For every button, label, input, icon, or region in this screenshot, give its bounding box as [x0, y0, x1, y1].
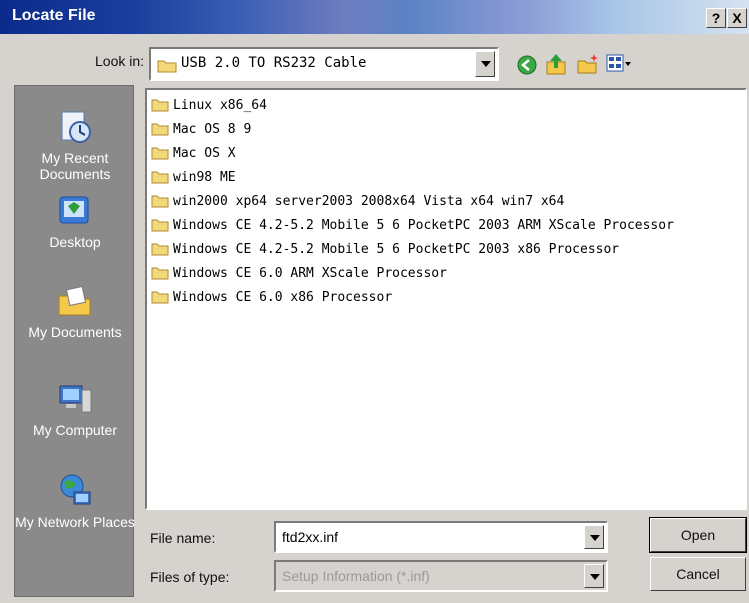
list-item-label: Windows CE 6.0 ARM XScale Processor: [173, 265, 447, 281]
locate-file-dialog: Locate File ? X Look in: USB 2.0 TO RS23…: [0, 0, 749, 603]
back-icon[interactable]: [516, 54, 538, 76]
cancel-button[interactable]: Cancel: [650, 557, 746, 591]
list-item-label: Windows CE 6.0 x86 Processor: [173, 289, 393, 305]
new-folder-icon[interactable]: [576, 52, 600, 76]
file-type-label: Files of type:: [150, 569, 230, 585]
look-in-value: USB 2.0 TO RS232 Cable: [181, 55, 367, 71]
view-menu-icon[interactable]: [606, 53, 632, 75]
file-name-label: File name:: [150, 530, 216, 546]
folder-icon: [157, 60, 177, 73]
list-item[interactable]: win98 ME: [151, 166, 236, 188]
file-type-select[interactable]: Setup Information (*.inf): [274, 560, 608, 592]
place-label: My Computer: [32, 422, 118, 438]
chevron-down-icon[interactable]: [475, 51, 495, 77]
place-network-places[interactable]: My Network Places: [15, 472, 135, 530]
list-item-label: Windows CE 4.2-5.2 Mobile 5 6 PocketPC 2…: [173, 217, 674, 233]
file-name-input[interactable]: ftd2xx.inf: [274, 521, 608, 553]
place-label: My Documents: [28, 324, 122, 340]
list-item-label: Linux x86_64: [173, 97, 267, 113]
folder-icon: [151, 243, 169, 256]
dialog-title: Locate File: [12, 7, 96, 24]
list-item[interactable]: Windows CE 6.0 x86 Processor: [151, 286, 392, 308]
place-my-computer[interactable]: My Computer: [15, 380, 135, 438]
recent-documents-icon: [61, 111, 91, 143]
list-item-label: Mac OS X: [173, 145, 236, 161]
place-label: My Network Places: [15, 514, 135, 530]
folder-icon: [151, 219, 169, 232]
look-in-label: Look in:: [95, 53, 145, 69]
close-button[interactable]: X: [727, 8, 747, 28]
place-label: My Recent Documents: [39, 150, 111, 182]
place-label: Desktop: [49, 234, 101, 250]
list-item[interactable]: Windows CE 4.2-5.2 Mobile 5 6 PocketPC 2…: [151, 238, 619, 260]
desktop-icon: [59, 196, 89, 224]
open-button[interactable]: Open: [649, 517, 747, 553]
list-item[interactable]: Mac OS X: [151, 142, 236, 164]
folder-icon: [151, 171, 169, 184]
list-item[interactable]: win2000 xp64 server2003 2008x64 Vista x6…: [151, 190, 564, 212]
network-places-icon: [60, 474, 91, 505]
list-item[interactable]: Linux x86_64: [151, 94, 267, 116]
list-item[interactable]: Mac OS 8 9: [151, 118, 251, 140]
place-desktop[interactable]: Desktop: [15, 192, 135, 250]
folder-icon: [151, 291, 169, 304]
list-item[interactable]: Windows CE 6.0 ARM XScale Processor: [151, 262, 447, 284]
file-name-value: ftd2xx.inf: [282, 529, 339, 545]
list-item-label: win2000 xp64 server2003 2008x64 Vista x6…: [173, 193, 565, 209]
folder-icon: [151, 195, 169, 208]
folder-icon: [151, 267, 169, 280]
title-bar[interactable]: Locate File ? X: [0, 0, 749, 34]
list-item-label: Windows CE 4.2-5.2 Mobile 5 6 PocketPC 2…: [173, 241, 620, 257]
list-item[interactable]: Windows CE 4.2-5.2 Mobile 5 6 PocketPC 2…: [151, 214, 674, 236]
folder-icon: [151, 123, 169, 136]
my-documents-icon: [58, 285, 91, 316]
chevron-down-icon[interactable]: [584, 525, 604, 549]
look-in-select[interactable]: USB 2.0 TO RS232 Cable: [149, 47, 499, 81]
folder-icon: [151, 99, 169, 112]
folder-icon: [151, 147, 169, 160]
place-my-documents[interactable]: My Documents: [15, 282, 135, 340]
place-recent-documents[interactable]: My Recent Documents: [15, 108, 135, 182]
list-item-label: win98 ME: [173, 169, 236, 185]
my-computer-icon: [59, 385, 92, 413]
places-bar: My Recent Documents Desktop My Documents: [14, 85, 135, 597]
list-item-label: Mac OS 8 9: [173, 121, 252, 137]
file-type-value: Setup Information (*.inf): [282, 568, 430, 584]
help-button[interactable]: ?: [706, 8, 726, 28]
chevron-down-icon[interactable]: [584, 564, 604, 588]
file-list[interactable]: Linux x86_64 Mac OS 8 9 Mac OS X win98 ME wi…: [145, 88, 747, 510]
up-folder-icon[interactable]: [545, 52, 567, 76]
